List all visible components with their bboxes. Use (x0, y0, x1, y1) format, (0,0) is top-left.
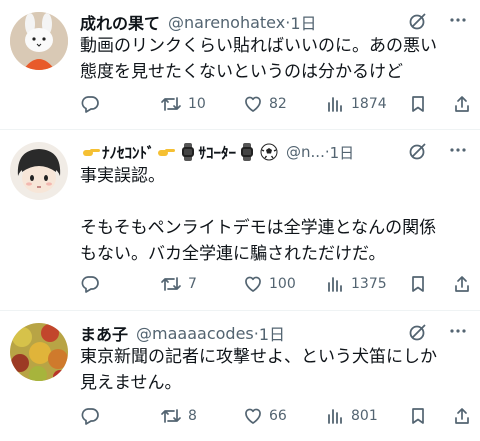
display-name[interactable]: まあ子 (80, 321, 128, 345)
tweet-header: 成れの果て @narenohatex · 1日 (80, 10, 317, 34)
tweet-3[interactable]: まあ子 @maaaacodes · 1日 東京新聞の記者に攻撃せよ、という犬笛に… (0, 311, 480, 441)
grok-icon[interactable] (408, 322, 428, 346)
share-button[interactable] (452, 404, 472, 428)
display-name-part-1[interactable]: ﾅﾉｾｺﾝﾄﾞ (102, 142, 155, 163)
share-icon (455, 276, 469, 292)
user-handle[interactable]: @narenohatex (168, 13, 285, 32)
tweet-text: 動画のリンクくらい貼ればいいのに。あの悪い 態度を見せたくないというのは分かるけ… (80, 36, 437, 82)
pointing-hand-icon (82, 143, 100, 161)
tweet-2[interactable]: ﾅﾉｾｺﾝﾄﾞ ｻｺｰﾀｰ @n... · 1日 事実誤認。 そもそもペンライト… (0, 130, 480, 310)
action-bar: 8 66 801 (80, 404, 472, 428)
avatar[interactable] (10, 142, 68, 200)
avatar[interactable] (10, 12, 68, 70)
like-count: 82 (269, 96, 287, 112)
retweet-count: 10 (188, 96, 206, 112)
bookmark-icon (412, 96, 424, 112)
heart-icon (245, 408, 261, 424)
tweet-1[interactable]: 成れの果て @narenohatex · 1日 動画のリンクくらい貼ればいいのに… (0, 0, 480, 129)
watch-icon (179, 143, 197, 161)
action-bar: 7 100 1375 (80, 272, 472, 296)
like-count: 100 (269, 276, 296, 292)
display-name-part-2[interactable]: ｻｺｰﾀｰ (199, 142, 237, 163)
avatar-image (10, 323, 68, 381)
user-handle[interactable]: @n... (286, 143, 325, 161)
views-button[interactable]: 1874 (325, 92, 387, 116)
pointing-hand-icon (157, 143, 175, 161)
soccer-ball-icon (260, 143, 278, 161)
reply-icon (81, 96, 99, 113)
retweet-count: 7 (188, 276, 197, 292)
reply-button[interactable] (80, 92, 106, 116)
tweet-header: ﾅﾉｾｺﾝﾄﾞ ｻｺｰﾀｰ @n... · 1日 (80, 140, 354, 164)
like-button[interactable]: 100 (243, 272, 296, 296)
heart-icon (245, 276, 261, 292)
grok-icon[interactable] (408, 141, 428, 165)
timestamp[interactable]: 1日 (290, 10, 316, 34)
share-icon (455, 408, 469, 424)
grok-icon[interactable] (408, 11, 428, 35)
retweet-button[interactable]: 8 (160, 404, 197, 428)
tweet-text: 事実誤認。 そもそもペンライトデモは全学連となんの関係 もない。バカ全学連に騙さ… (80, 166, 437, 264)
retweet-icon (161, 97, 181, 111)
avatar-image (10, 12, 68, 70)
action-bar: 10 82 1874 (80, 92, 472, 116)
bookmark-button[interactable] (408, 404, 428, 428)
display-name[interactable]: 成れの果て (80, 10, 160, 34)
more-icon[interactable] (448, 10, 468, 34)
views-count: 1375 (351, 276, 387, 292)
timestamp[interactable]: 1日 (330, 142, 355, 163)
views-icon (328, 97, 342, 112)
heart-icon (245, 96, 261, 112)
reply-button[interactable] (80, 404, 106, 428)
bookmark-icon (412, 408, 424, 424)
timestamp[interactable]: 1日 (259, 321, 285, 345)
views-icon (328, 277, 342, 292)
more-icon[interactable] (448, 140, 468, 164)
retweet-icon (161, 277, 181, 291)
bookmark-icon (412, 276, 424, 292)
user-handle[interactable]: @maaaacodes (136, 324, 254, 343)
retweet-icon (161, 409, 181, 423)
views-button[interactable]: 801 (325, 404, 378, 428)
avatar-image (10, 142, 68, 200)
bookmark-button[interactable] (408, 272, 428, 296)
views-icon (328, 409, 342, 424)
tweet-text: 東京新聞の記者に攻撃せよ、という犬笛にしか 見えません。 (80, 347, 437, 393)
share-button[interactable] (452, 92, 472, 116)
more-icon[interactable] (448, 321, 468, 345)
avatar[interactable] (10, 323, 68, 381)
views-count: 1874 (351, 96, 387, 112)
reply-button[interactable] (80, 272, 106, 296)
views-button[interactable]: 1375 (325, 272, 387, 296)
reply-icon (81, 408, 99, 425)
retweet-button[interactable]: 7 (160, 272, 197, 296)
bookmark-button[interactable] (408, 92, 428, 116)
tweet-header: まあ子 @maaaacodes · 1日 (80, 321, 285, 345)
like-count: 66 (269, 408, 287, 424)
reply-icon (81, 276, 99, 293)
share-button[interactable] (452, 272, 472, 296)
like-button[interactable]: 66 (243, 404, 287, 428)
like-button[interactable]: 82 (243, 92, 287, 116)
retweet-button[interactable]: 10 (160, 92, 206, 116)
retweet-count: 8 (188, 408, 197, 424)
views-count: 801 (351, 408, 378, 424)
watch-icon (238, 143, 256, 161)
share-icon (455, 96, 469, 112)
